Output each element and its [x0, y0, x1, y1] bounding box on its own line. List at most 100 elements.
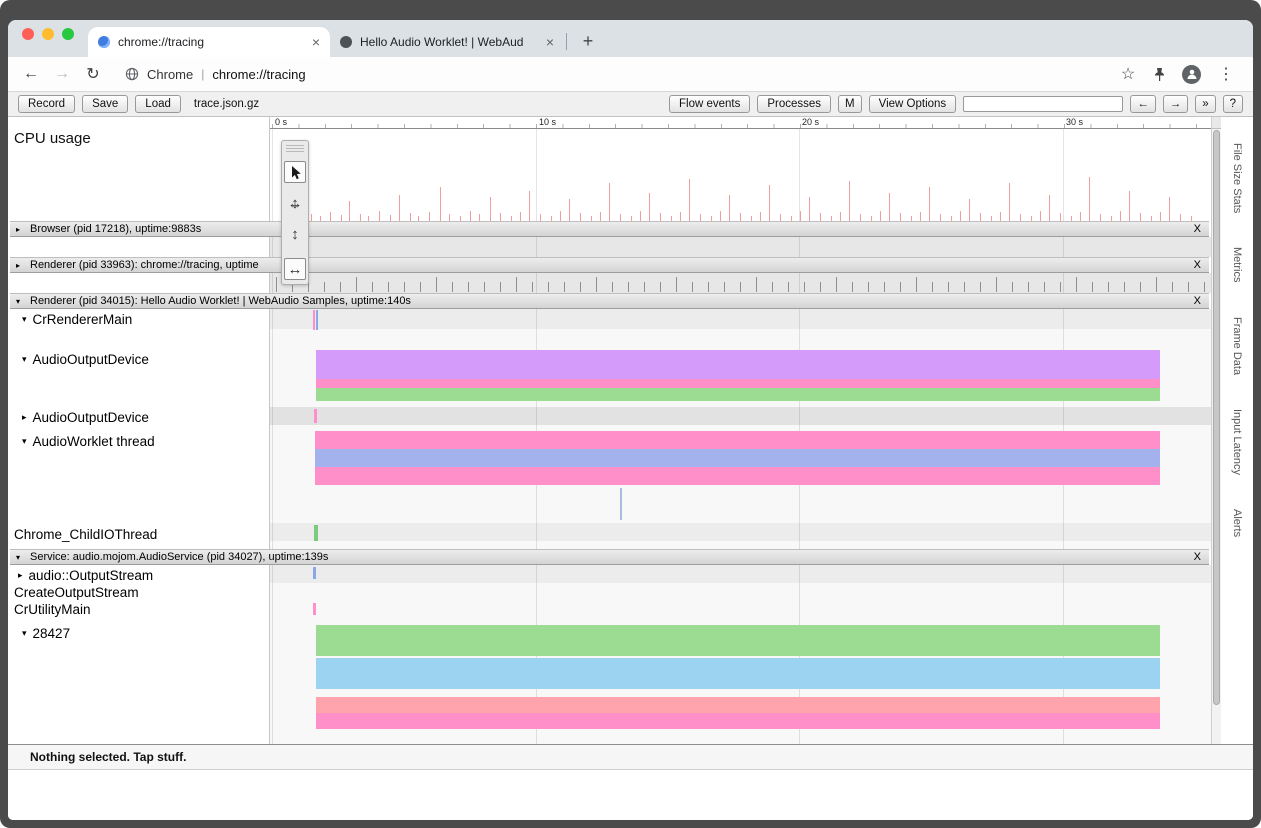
process-header[interactable]: ▾Service: audio.mojom.AudioService (pid …	[10, 549, 1209, 565]
close-track-button[interactable]: X	[1194, 551, 1201, 563]
browser-process-track[interactable]	[270, 237, 1211, 257]
process-header[interactable]: ▾Renderer (pid 34015): Hello Audio Workl…	[10, 293, 1209, 309]
scrollbar-thumb[interactable]	[1213, 130, 1220, 705]
thread-name: 28427	[33, 626, 71, 641]
trace-slice[interactable]	[315, 431, 1160, 449]
disclosure-triangle-icon[interactable]: ▸	[18, 570, 23, 581]
trace-tick	[836, 277, 837, 292]
vertical-zoom-tool-button[interactable]: ↕	[284, 223, 306, 245]
thread-label[interactable]: ▾ 28427	[22, 625, 70, 641]
disclosure-triangle-icon[interactable]: ▾	[22, 354, 27, 365]
reload-button[interactable]: ↻	[84, 64, 102, 84]
timing-tool-button[interactable]: ↔	[284, 258, 306, 280]
new-tab-button[interactable]: +	[575, 27, 601, 55]
thread-label[interactable]: ▸AudioOutputDevice	[22, 409, 149, 425]
trace-slice[interactable]	[316, 379, 1160, 388]
disclosure-triangle-icon[interactable]: ▸	[22, 412, 27, 423]
trace-tick	[884, 282, 885, 292]
selection-tool-button[interactable]	[284, 161, 306, 183]
disclosure-triangle-icon[interactable]: ▾	[22, 628, 27, 639]
processes-button[interactable]: Processes	[757, 95, 831, 113]
tab-webaudio[interactable]: Hello Audio Worklet! | WebAud ×	[330, 27, 564, 57]
close-window-button[interactable]	[22, 28, 34, 40]
side-tab-file-size-stats[interactable]: File Size Stats	[1231, 143, 1243, 213]
find-previous-button[interactable]: ←	[1130, 95, 1156, 113]
trace-slice[interactable]	[316, 388, 1160, 401]
load-button[interactable]: Load	[135, 95, 181, 113]
help-button[interactable]: ?	[1223, 95, 1243, 113]
trace-event-mark[interactable]	[313, 603, 316, 615]
side-tab-metrics[interactable]: Metrics	[1231, 247, 1243, 282]
view-options-button[interactable]: View Options	[869, 95, 957, 113]
disclosure-triangle-icon[interactable]: ▾	[22, 314, 27, 325]
thread-label[interactable]: Chrome_ChildIOThread	[14, 526, 157, 542]
trace-slice[interactable]	[316, 697, 1160, 713]
address-bar[interactable]: Chrome | chrome://tracing	[125, 67, 306, 82]
disclosure-triangle-icon[interactable]: ▸	[16, 225, 25, 234]
vertical-scrollbar[interactable]	[1211, 117, 1221, 744]
disclosure-triangle-icon[interactable]: ▸	[16, 261, 25, 270]
palette-drag-grip-icon[interactable]	[286, 145, 304, 152]
close-track-button[interactable]: X	[1194, 295, 1201, 307]
flow-events-button[interactable]: Flow events	[669, 95, 750, 113]
tab-close-icon[interactable]: ×	[312, 34, 320, 50]
browser-menu-button[interactable]: ⋮	[1217, 64, 1235, 84]
thread-label[interactable]: ▾AudioWorklet thread	[22, 433, 155, 449]
trace-slice[interactable]	[316, 713, 1160, 729]
timeline-search-input[interactable]	[963, 96, 1123, 112]
trace-event-mark[interactable]	[620, 488, 622, 520]
side-tab-input-latency[interactable]: Input Latency	[1231, 409, 1243, 475]
side-tab-alerts[interactable]: Alerts	[1231, 509, 1243, 537]
process-header[interactable]: ▸Browser (pid 17218), uptime:9883sX	[10, 221, 1209, 237]
trace-slice[interactable]	[316, 625, 1160, 656]
more-options-button[interactable]: »	[1195, 95, 1215, 113]
childiothread-track[interactable]	[270, 523, 1211, 541]
back-button[interactable]: ←	[22, 65, 40, 83]
side-tab-frame-data[interactable]: Frame Data	[1231, 317, 1243, 375]
minimize-window-button[interactable]	[42, 28, 54, 40]
process-header[interactable]: ▸Renderer (pid 33963): chrome://tracing,…	[10, 257, 1209, 273]
trace-event-mark[interactable]	[313, 567, 316, 579]
trace-tick	[532, 282, 533, 292]
crrenderermain-track[interactable]	[270, 309, 1211, 329]
thread-label[interactable]: CreateOutputStream	[14, 584, 139, 600]
cpu-usage-spike	[470, 211, 471, 221]
trace-slice[interactable]	[316, 658, 1160, 689]
thread-label[interactable]: ▾AudioOutputDevice	[22, 351, 149, 367]
disclosure-triangle-icon[interactable]: ▾	[22, 436, 27, 447]
metrics-button[interactable]: M	[838, 95, 862, 113]
trace-event-mark[interactable]	[314, 525, 318, 541]
cpu-usage-spike	[379, 211, 380, 221]
trace-event-mark[interactable]	[313, 310, 315, 330]
trace-slice[interactable]	[315, 449, 1160, 467]
disclosure-triangle-icon[interactable]: ▾	[16, 553, 25, 562]
forward-button[interactable]: →	[53, 65, 71, 83]
record-button[interactable]: Record	[18, 95, 75, 113]
scrollbar-top-button[interactable]	[1212, 117, 1221, 129]
thread-label[interactable]: CrUtilityMain	[14, 601, 91, 617]
trace-event-mark[interactable]	[314, 409, 317, 423]
zoom-window-button[interactable]	[62, 28, 74, 40]
outputstream-track[interactable]	[270, 565, 1211, 583]
close-track-button[interactable]: X	[1194, 259, 1201, 271]
tab-tracing[interactable]: chrome://tracing ×	[88, 27, 330, 57]
analysis-panel-empty	[8, 770, 1253, 820]
cpu-usage-spike	[1120, 211, 1121, 221]
bookmark-star-icon[interactable]: ☆	[1119, 64, 1137, 84]
profile-avatar[interactable]	[1182, 65, 1201, 84]
extensions-pin-icon[interactable]	[1153, 67, 1166, 82]
tab-close-icon[interactable]: ×	[546, 34, 554, 50]
find-next-button[interactable]: →	[1163, 95, 1189, 113]
trace-slice[interactable]	[316, 350, 1160, 379]
audiooutputdevice-collapsed-track[interactable]	[270, 407, 1211, 425]
trace-slice[interactable]	[315, 467, 1160, 485]
close-track-button[interactable]: X	[1194, 223, 1201, 235]
trace-event-mark[interactable]	[316, 310, 318, 330]
thread-label[interactable]: ▾CrRendererMain	[22, 311, 132, 327]
timeline-ruler[interactable]: 0 s10 s20 s30 s	[270, 117, 1211, 129]
thread-label[interactable]: ▸audio::OutputStream	[18, 567, 153, 583]
disclosure-triangle-icon[interactable]: ▾	[16, 297, 25, 306]
save-button[interactable]: Save	[82, 95, 128, 113]
pan-tool-button[interactable]: ↔ ↕	[284, 192, 306, 214]
url-divider: |	[201, 67, 204, 81]
